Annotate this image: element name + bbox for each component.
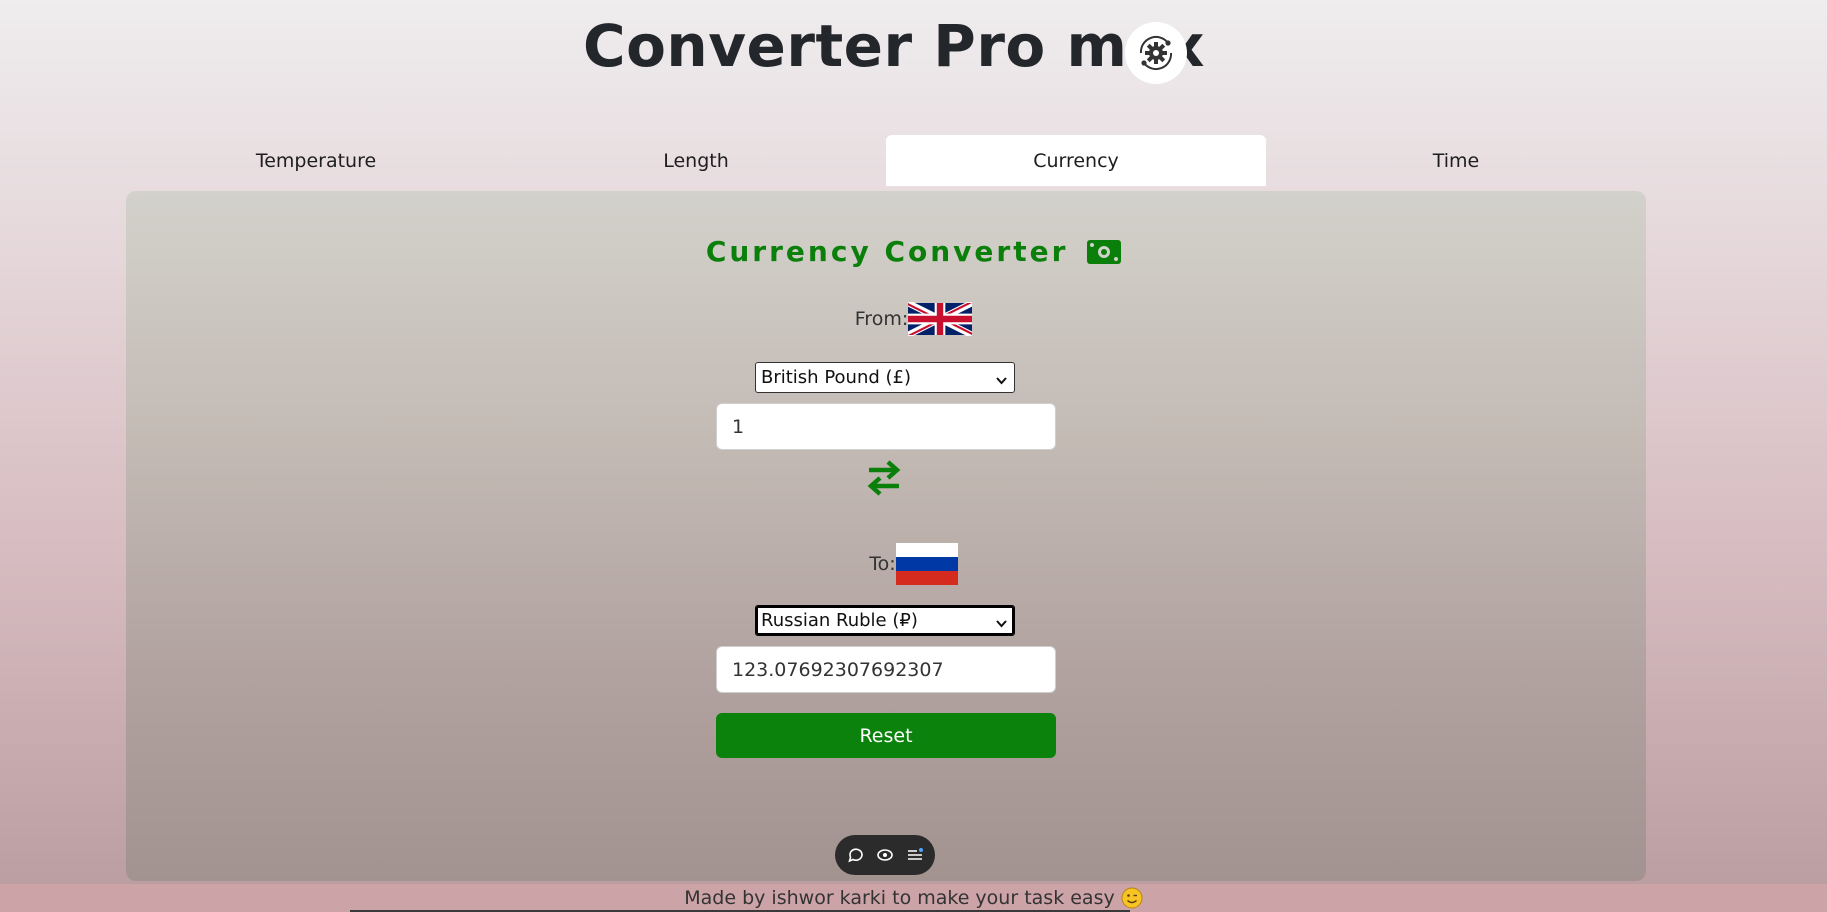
from-amount-value: 1: [732, 415, 745, 438]
from-currency-value: British Pound (£): [761, 367, 912, 388]
to-amount-value: 123.07692307692307: [732, 658, 944, 681]
from-label-row: From:: [0, 301, 1827, 337]
from-label: From:: [854, 308, 909, 330]
uk-flag-icon: [908, 302, 973, 336]
money-bill-icon: [1087, 238, 1122, 271]
converter-title: Currency Converter: [705, 235, 1069, 268]
tab-currency[interactable]: Currency: [886, 135, 1266, 186]
list-icon[interactable]: [906, 846, 924, 864]
to-label-row: To:: [0, 543, 1827, 585]
tab-time[interactable]: Time: [1266, 135, 1646, 186]
to-currency-value: Russian Ruble (₽): [761, 610, 918, 631]
to-amount-input[interactable]: 123.07692307692307: [716, 646, 1056, 693]
chevron-down-icon: [995, 614, 1008, 635]
swap-arrows-icon[interactable]: [866, 458, 902, 498]
header: Converter Pro max: [0, 0, 1827, 100]
app-title: Converter Pro max: [583, 12, 1205, 80]
from-amount-input[interactable]: 1: [716, 403, 1056, 450]
russia-flag-icon: [895, 543, 958, 585]
to-currency-select[interactable]: Russian Ruble (₽): [755, 605, 1015, 636]
reset-button[interactable]: Reset: [716, 713, 1056, 758]
chevron-down-icon: [995, 371, 1008, 392]
converter-panel: [126, 191, 1646, 881]
from-currency-select[interactable]: British Pound (£): [755, 362, 1015, 393]
gear-cycle-icon[interactable]: [1125, 22, 1187, 84]
floating-toolbar: [835, 835, 935, 875]
to-label: To:: [869, 553, 896, 575]
chat-icon[interactable]: [847, 846, 865, 864]
converter-tabs: Temperature Length Currency Time: [126, 135, 1646, 186]
eye-icon[interactable]: [876, 846, 894, 864]
wink-emoji-icon: [1121, 887, 1143, 909]
tab-length[interactable]: Length: [506, 135, 886, 186]
tab-temperature[interactable]: Temperature: [126, 135, 506, 186]
footer: Made by ishwor karki to make your task e…: [0, 884, 1827, 912]
footer-text: Made by ishwor karki to make your task e…: [684, 887, 1115, 909]
converter-title-row: Currency Converter: [0, 235, 1827, 271]
